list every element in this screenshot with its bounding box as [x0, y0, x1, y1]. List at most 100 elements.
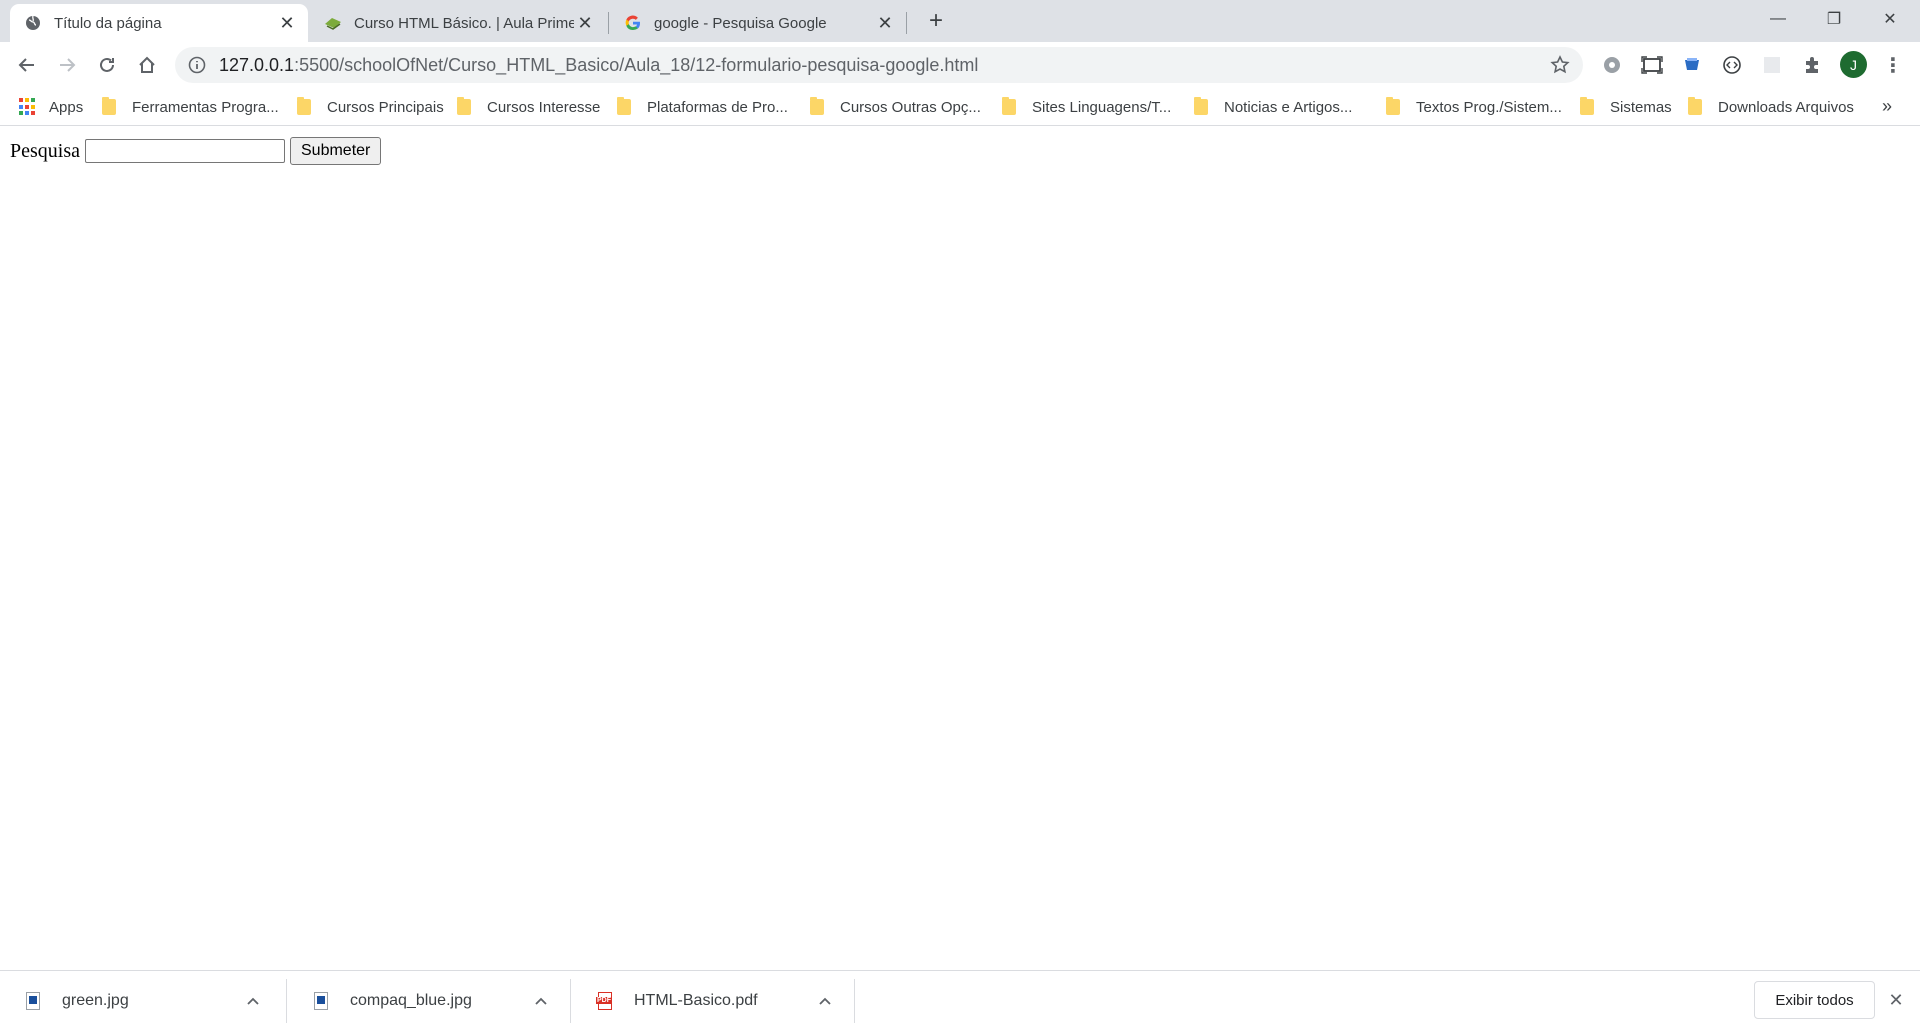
url-path: :5500/schoolOfNet/Curso_HTML_Basico/Aula…: [294, 54, 979, 75]
download-separator: [286, 979, 287, 1023]
bookmark-folder-cursos-principais[interactable]: Cursos Principais: [297, 94, 444, 120]
bookmark-label: Noticias e Artigos...: [1224, 98, 1353, 116]
google-icon: [624, 14, 642, 32]
arrow-left-icon: [18, 58, 34, 72]
bookmark-apps[interactable]: Apps: [19, 94, 83, 120]
bookmark-folder-cursos-outras[interactable]: Cursos Outras Opç...: [810, 94, 981, 120]
search-input[interactable]: [85, 139, 285, 163]
bookmark-label: Ferramentas Progra...: [132, 98, 279, 116]
download-filename: compaq_blue.jpg: [350, 992, 472, 1009]
folder-icon: [102, 97, 116, 115]
home-button[interactable]: [132, 50, 162, 80]
folder-icon: [297, 97, 311, 115]
folder-icon: [1194, 97, 1208, 115]
reload-icon: [100, 57, 114, 72]
close-icon[interactable]: ✕: [574, 12, 596, 34]
search-label: Pesquisa: [10, 139, 80, 162]
download-item-compaq-blue[interactable]: compaq_blue.jpg: [288, 971, 572, 1031]
bookmark-label: Sistemas: [1610, 98, 1672, 116]
bookmark-folder-noticias[interactable]: Noticias e Artigos...: [1194, 94, 1352, 120]
close-icon[interactable]: ✕: [874, 12, 896, 34]
blank-extension-icon[interactable]: [1759, 52, 1785, 78]
tab-separator: [608, 12, 609, 34]
download-separator: [854, 979, 855, 1023]
browser-toolbar: 127.0.0.1:5500/schoolOfNet/Curso_HTML_Ba…: [0, 42, 1920, 88]
download-shelf: green.jpg compaq_blue.jpg HTML-Basico.pd…: [0, 970, 1920, 1030]
screenshot-extension-icon[interactable]: [1639, 52, 1665, 78]
bookmark-folder-sistemas[interactable]: Sistemas: [1580, 94, 1672, 120]
bookmark-folder-textos[interactable]: Textos Prog./Sistem...: [1386, 94, 1562, 120]
pdf-file-icon: [596, 992, 612, 1010]
bookmark-label: Plataformas de Pro...: [647, 98, 788, 116]
bookmark-label: Cursos Outras Opç...: [840, 98, 981, 116]
back-button[interactable]: [12, 50, 42, 80]
bookmark-label: Downloads Arquivos: [1718, 98, 1854, 116]
tab-title: Curso HTML Básico. | Aula Primeira: [354, 14, 574, 32]
course-icon: [324, 14, 342, 32]
bookmark-folder-downloads[interactable]: Downloads Arquivos: [1688, 94, 1854, 120]
folder-icon: [1386, 97, 1400, 115]
settings-extension-icon[interactable]: [1599, 52, 1625, 78]
download-filename: green.jpg: [62, 992, 129, 1009]
download-separator: [570, 979, 571, 1023]
bookmark-label: Cursos Interesse: [487, 98, 601, 116]
bookmark-folder-ferramentas[interactable]: Ferramentas Progra...: [102, 94, 279, 120]
search-form: Pesquisa Submeter: [10, 137, 382, 165]
bookmarks-overflow-button[interactable]: »: [1882, 96, 1892, 117]
tab-title: Título da página: [54, 14, 162, 32]
close-shelf-icon[interactable]: ✕: [1884, 988, 1908, 1012]
tab-title: google - Pesquisa Google: [654, 14, 827, 32]
image-file-icon: [26, 992, 40, 1010]
bookmarks-bar: Apps Ferramentas Progra... Cursos Princi…: [0, 88, 1920, 126]
submit-button[interactable]: Submeter: [290, 137, 382, 165]
chevron-up-icon[interactable]: [810, 986, 840, 1016]
info-icon[interactable]: [187, 55, 207, 75]
more-menu-icon[interactable]: ⋮: [1880, 52, 1906, 78]
home-icon: [139, 56, 155, 73]
chevron-up-icon[interactable]: [238, 986, 268, 1016]
blue-extension-icon[interactable]: [1679, 52, 1705, 78]
bookmark-folder-cursos-interesse[interactable]: Cursos Interesse: [457, 94, 600, 120]
bookmark-folder-sites-linguagens[interactable]: Sites Linguagens/T...: [1002, 94, 1171, 120]
image-file-icon: [314, 992, 328, 1010]
new-tab-button[interactable]: +: [923, 7, 949, 34]
forward-button[interactable]: [52, 50, 82, 80]
bookmark-star-icon[interactable]: [1549, 54, 1571, 76]
code-extension-icon[interactable]: [1719, 52, 1745, 78]
reload-button[interactable]: [92, 50, 122, 80]
globe-icon: [24, 14, 42, 32]
profile-avatar[interactable]: J: [1840, 51, 1867, 78]
download-item-html-basico-pdf[interactable]: HTML-Basico.pdf: [572, 971, 856, 1031]
close-icon[interactable]: ✕: [276, 12, 298, 34]
folder-icon: [1688, 97, 1702, 115]
arrow-right-icon: [60, 58, 76, 72]
tab-curso-html-basico[interactable]: Curso HTML Básico. | Aula Primeira ✕: [310, 4, 606, 42]
tab-titulo-da-pagina[interactable]: Título da página ✕: [10, 4, 308, 42]
url-host: 127.0.0.1: [219, 54, 295, 75]
tab-google-pesquisa[interactable]: google - Pesquisa Google ✕: [610, 4, 906, 42]
folder-icon: [1002, 97, 1016, 115]
page-content: Pesquisa Submeter: [0, 127, 1920, 970]
bookmark-label: Textos Prog./Sistem...: [1416, 98, 1562, 116]
apps-grid-icon: [19, 98, 37, 116]
bookmark-label: Cursos Principais: [327, 98, 444, 116]
show-all-downloads-button[interactable]: Exibir todos: [1754, 981, 1875, 1019]
folder-icon: [810, 97, 824, 115]
download-filename: HTML-Basico.pdf: [634, 992, 758, 1009]
folder-icon: [457, 97, 471, 115]
tab-separator: [906, 12, 907, 34]
close-window-button[interactable]: ✕: [1862, 0, 1918, 38]
url-text: 127.0.0.1:5500/schoolOfNet/Curso_HTML_Ba…: [219, 55, 978, 76]
bookmark-label: Sites Linguagens/T...: [1032, 98, 1172, 116]
bookmark-label: Apps: [49, 98, 84, 116]
folder-icon: [617, 97, 631, 115]
puzzle-extensions-icon[interactable]: [1799, 52, 1825, 78]
minimize-button[interactable]: —: [1750, 0, 1806, 38]
tab-strip: Título da página ✕ Curso HTML Básico. | …: [0, 0, 1920, 42]
bookmark-folder-plataformas[interactable]: Plataformas de Pro...: [617, 94, 788, 120]
restore-button[interactable]: ❐: [1806, 0, 1862, 38]
folder-icon: [1580, 97, 1594, 115]
download-item-green[interactable]: green.jpg: [0, 971, 284, 1031]
chevron-up-icon[interactable]: [526, 986, 556, 1016]
address-bar[interactable]: 127.0.0.1:5500/schoolOfNet/Curso_HTML_Ba…: [175, 47, 1583, 83]
